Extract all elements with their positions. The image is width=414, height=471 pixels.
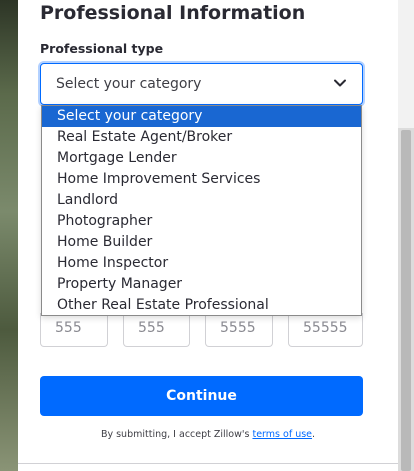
phone-area-code-field[interactable]: 555 — [123, 313, 190, 347]
professional-type-select[interactable]: Select your category — [40, 63, 363, 105]
professional-type-label: Professional type — [40, 41, 164, 56]
disclaimer-period: . — [312, 429, 316, 440]
dropdown-option[interactable]: Real Estate Agent/Broker — [42, 127, 361, 148]
phone-country-code-field[interactable]: 555 — [40, 313, 108, 347]
chevron-down-icon — [334, 79, 346, 87]
dropdown-option[interactable]: Property Manager — [42, 274, 361, 295]
phone-number-row: 555 555 5555 55555 — [40, 313, 363, 347]
dropdown-option[interactable]: Home Inspector — [42, 253, 361, 274]
professional-type-dropdown: Select your category Real Estate Agent/B… — [41, 105, 362, 316]
terms-of-use-link[interactable]: terms of use — [252, 429, 312, 440]
phone-line-field[interactable]: 55555 — [288, 313, 363, 347]
dropdown-option[interactable]: Photographer — [42, 211, 361, 232]
background-photo — [0, 0, 18, 471]
dropdown-option[interactable]: Other Real Estate Professional — [42, 295, 361, 316]
registration-modal: Professional Information Professional ty… — [18, 0, 398, 471]
phone-prefix-field[interactable]: 5555 — [205, 313, 273, 347]
scrollbar-thumb[interactable] — [401, 130, 411, 471]
disclaimer-text: By submitting, I accept Zillow's — [100, 429, 250, 440]
dropdown-option[interactable]: Mortgage Lender — [42, 148, 361, 169]
divider — [18, 463, 398, 464]
section-title: Professional Information — [40, 2, 306, 24]
terms-disclaimer: By submitting, I accept Zillow's terms o… — [18, 429, 398, 440]
scrollbar[interactable] — [398, 0, 414, 471]
dropdown-option[interactable]: Home Builder — [42, 232, 361, 253]
scrollbar-track[interactable] — [398, 0, 414, 128]
dropdown-option[interactable]: Home Improvement Services — [42, 169, 361, 190]
dropdown-option[interactable]: Landlord — [42, 190, 361, 211]
dropdown-option[interactable]: Select your category — [42, 106, 361, 127]
continue-button[interactable]: Continue — [40, 376, 363, 416]
select-value: Select your category — [56, 76, 202, 92]
